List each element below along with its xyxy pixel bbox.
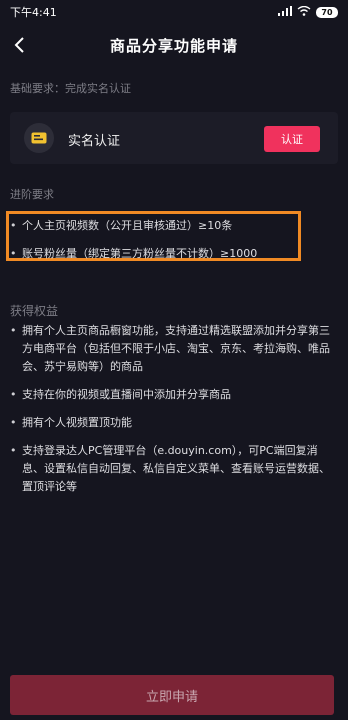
signal-icon xyxy=(278,5,292,19)
back-chevron-icon[interactable] xyxy=(8,32,32,58)
wifi-icon xyxy=(297,5,311,19)
page-title: 商品分享功能申请 xyxy=(109,36,238,55)
benefits-label: 获得权益 xyxy=(10,304,59,318)
status-bar: 下午4:41 70 xyxy=(0,0,348,24)
id-card-icon xyxy=(24,123,54,153)
list-item: 支持在你的视频或直播间中添加并分享商品 xyxy=(10,386,338,404)
verification-label: 实名认证 xyxy=(68,134,121,149)
benefits-list: 拥有个人主页商品橱窗功能，支持通过精选联盟添加并分享第三方电商平台（包括但不限于… xyxy=(10,322,338,506)
status-time: 下午4:41 xyxy=(10,6,57,19)
basic-requirement-label: 基础要求：完成实名认证 xyxy=(10,82,131,95)
advanced-requirement-label: 进阶要求 xyxy=(10,188,54,201)
advanced-requirement-list: 个人主页视频数（公开且审核通过）≥10条 账号粉丝量（绑定第三方粉丝量不计数）≥… xyxy=(10,212,306,268)
verify-button[interactable]: 认证 xyxy=(264,126,320,152)
apply-button[interactable]: 立即申请 xyxy=(10,675,334,715)
battery-icon: 70 xyxy=(316,6,338,18)
list-item: 拥有个人主页商品橱窗功能，支持通过精选联盟添加并分享第三方电商平台（包括但不限于… xyxy=(10,322,338,376)
status-indicators: 70 xyxy=(278,5,338,19)
nav-bar: 商品分享功能申请 xyxy=(0,28,348,62)
list-item: 拥有个人视频置顶功能 xyxy=(10,414,338,432)
list-item: 支持登录达人PC管理平台（e.douyin.com），可PC端回复消息、设置私信… xyxy=(10,442,338,496)
list-item: 账号粉丝量（绑定第三方粉丝量不计数）≥1000 xyxy=(10,240,306,268)
list-item: 个人主页视频数（公开且审核通过）≥10条 xyxy=(10,212,306,240)
verification-card: 实名认证 认证 xyxy=(10,112,338,164)
